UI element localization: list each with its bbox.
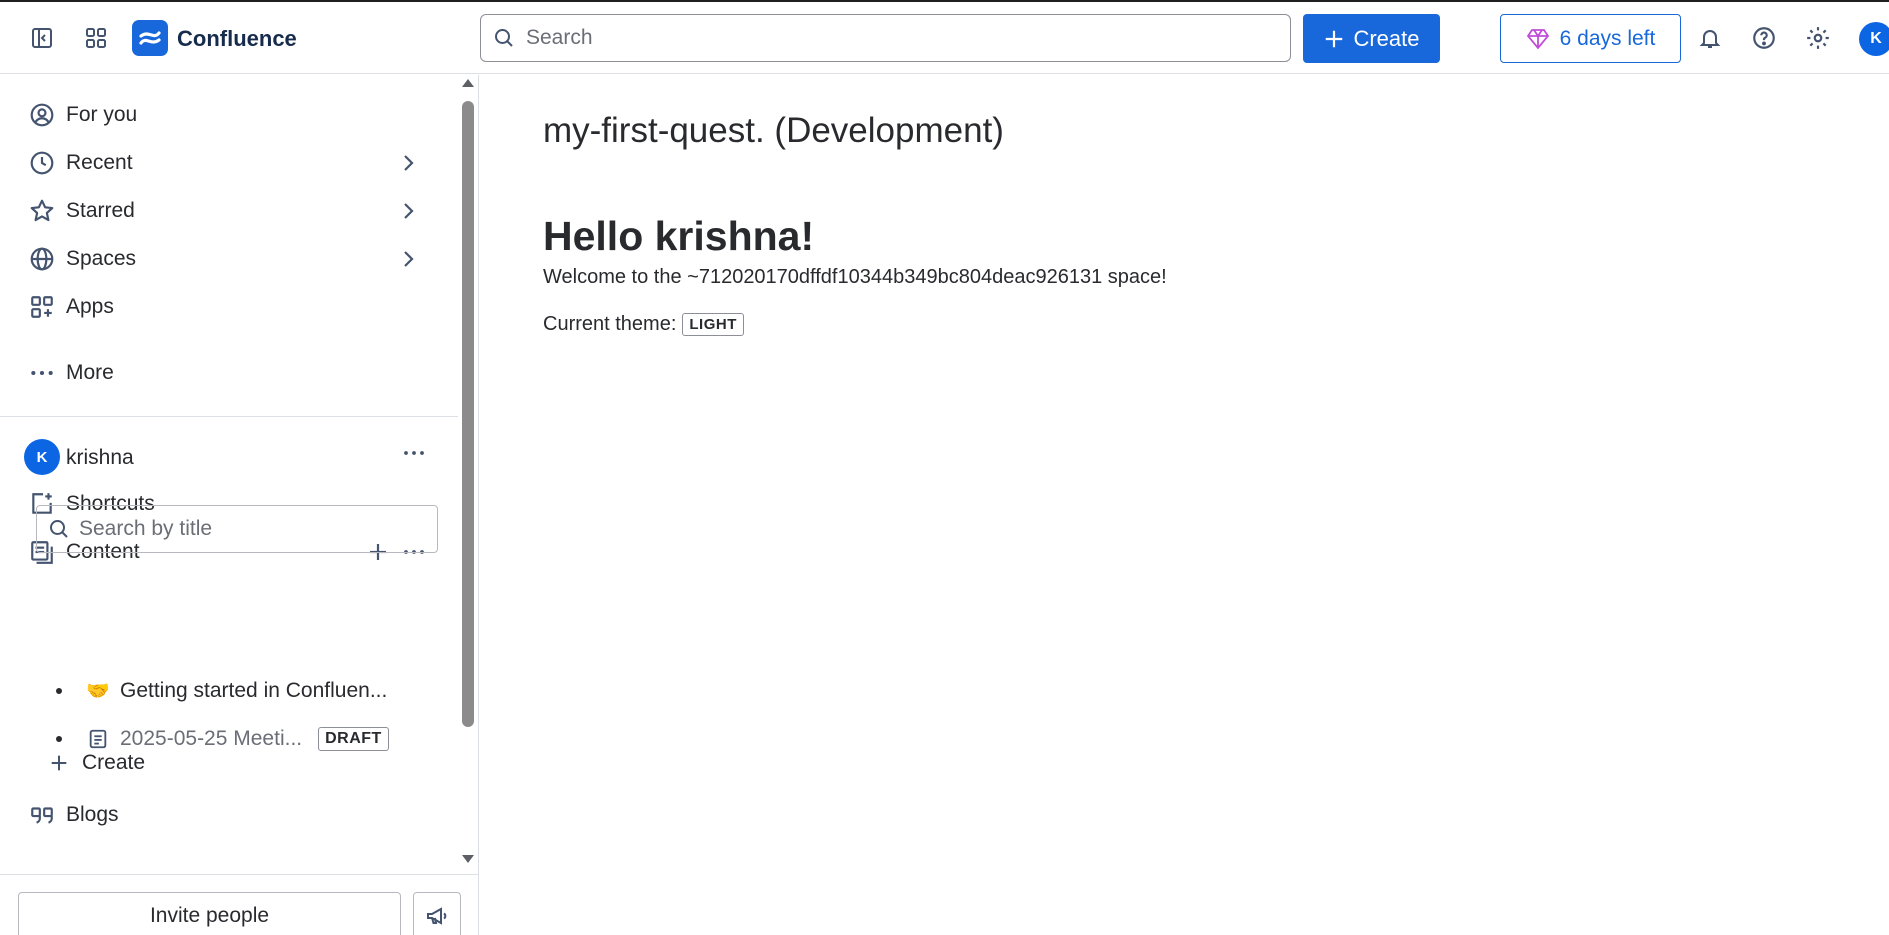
user-avatar[interactable]: K: [1859, 22, 1889, 56]
top-navigation: Confluence Create 6 days left K: [0, 2, 1889, 74]
sidebar-item-more[interactable]: More: [26, 353, 436, 393]
page-icon: [86, 728, 110, 750]
search-bar[interactable]: [480, 14, 1291, 62]
person-circle-icon: [26, 99, 58, 131]
sidebar-item-apps[interactable]: Apps: [26, 287, 436, 327]
app-switcher-icon[interactable]: [80, 22, 112, 54]
feedback-megaphone-icon[interactable]: [413, 892, 461, 935]
gem-icon: [1526, 28, 1549, 49]
gear-icon[interactable]: [1802, 22, 1834, 54]
app-name[interactable]: Confluence: [177, 26, 297, 52]
chevron-right-icon[interactable]: [396, 247, 420, 276]
space-name[interactable]: krishna: [66, 446, 134, 470]
theme-row: Current theme: LIGHT: [543, 313, 744, 336]
sidebar-item-label: Blogs: [66, 803, 119, 826]
sidebar-item-spaces[interactable]: Spaces: [26, 239, 436, 279]
create-button-label: Create: [1353, 25, 1420, 51]
chevron-right-icon[interactable]: [396, 151, 420, 180]
handshake-emoji: 🤝: [86, 681, 110, 702]
tree-item-label: Getting started in Confluen...: [120, 679, 388, 702]
tree-item-getting-started[interactable]: 🤝 Getting started in Confluen...: [52, 671, 442, 711]
create-button[interactable]: Create: [1303, 14, 1440, 63]
confluence-logo-icon[interactable]: [132, 20, 168, 56]
invite-people-button[interactable]: Invite people: [18, 892, 401, 935]
more-icon: [26, 357, 58, 389]
search-by-title[interactable]: [36, 505, 438, 553]
scroll-down-arrow-icon[interactable]: [462, 855, 474, 863]
sidebar-toggle-icon[interactable]: [26, 22, 58, 54]
sidebar-item-recent[interactable]: Recent: [26, 143, 436, 183]
scrollbar-thumb[interactable]: [462, 101, 474, 727]
greeting-heading: Hello krishna!: [543, 213, 815, 259]
theme-label: Current theme:: [543, 313, 677, 335]
sidebar-item-starred[interactable]: Starred: [26, 191, 436, 231]
star-icon: [26, 195, 58, 227]
sidebar-item-label: For you: [66, 103, 138, 126]
theme-badge: LIGHT: [682, 313, 744, 336]
space-more-icon[interactable]: [402, 441, 426, 471]
sidebar-item-label: Apps: [66, 295, 114, 318]
bullet: [56, 688, 62, 694]
title-search-input[interactable]: [79, 517, 419, 541]
bell-icon[interactable]: [1694, 22, 1726, 54]
main-content: my-first-quest. (Development) Hello kris…: [480, 75, 1889, 935]
plus-icon: [1326, 30, 1343, 47]
welcome-text: Welcome to the ~712020170dffdf10344b349b…: [543, 266, 1167, 288]
sidebar-scrollbar[interactable]: [458, 75, 478, 870]
apps-icon: [26, 291, 58, 323]
create-label: Create: [82, 751, 146, 774]
plus-icon: [51, 755, 67, 771]
page-title: my-first-quest. (Development): [543, 111, 1004, 150]
sidebar-item-blogs[interactable]: Blogs: [26, 795, 436, 835]
space-avatar[interactable]: K: [24, 439, 60, 475]
sidebar-item-label: More: [66, 361, 114, 384]
sidebar-divider: [0, 416, 458, 417]
sidebar-create-item[interactable]: Create: [48, 751, 145, 775]
tree-item-label: 2025-05-25 Meeti...: [120, 727, 303, 750]
search-input[interactable]: [526, 26, 1266, 50]
trial-days-button[interactable]: 6 days left: [1500, 14, 1681, 63]
bullet: [56, 736, 62, 742]
trial-days-label: 6 days left: [1559, 26, 1656, 50]
sidebar-footer: Invite people: [0, 874, 478, 935]
search-icon: [492, 26, 516, 50]
help-icon[interactable]: [1748, 22, 1780, 54]
chevron-right-icon[interactable]: [396, 199, 420, 228]
search-icon: [47, 517, 71, 541]
sidebar: For you Recent Starred Spaces Apps More …: [0, 75, 479, 935]
sidebar-item-for-you[interactable]: For you: [26, 95, 436, 135]
sidebar-item-label: Starred: [66, 199, 135, 222]
draft-badge: DRAFT: [318, 727, 389, 751]
scroll-up-arrow-icon[interactable]: [462, 79, 474, 87]
clock-icon: [26, 147, 58, 179]
globe-icon: [26, 243, 58, 275]
sidebar-item-label: Spaces: [66, 247, 137, 270]
quote-icon: [26, 799, 58, 831]
sidebar-item-label: Recent: [66, 151, 133, 174]
